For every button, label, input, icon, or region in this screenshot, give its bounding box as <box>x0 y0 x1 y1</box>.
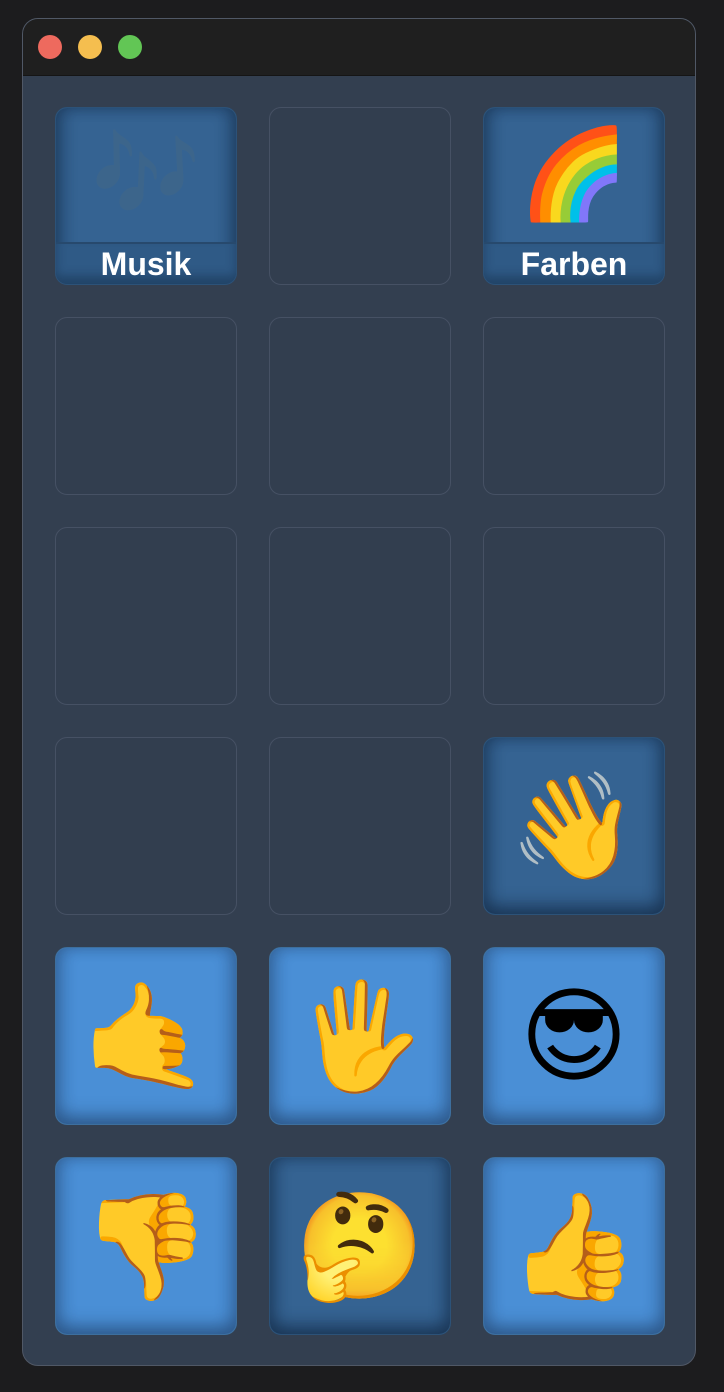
thumbs-down-icon: 👎 <box>81 1185 211 1307</box>
key-sunglasses[interactable]: 😎 <box>483 947 665 1125</box>
key-empty[interactable] <box>55 317 237 495</box>
key-label: Farben <box>520 246 628 282</box>
title-bar <box>23 19 695 76</box>
raised-hand-icon: 🖐 <box>295 975 425 1097</box>
waving-hand-icon: 👋 <box>509 765 639 887</box>
sunglasses-face-icon: 😎 <box>519 975 629 1097</box>
key-empty[interactable] <box>55 737 237 915</box>
key-farben[interactable]: 🌈 Farben <box>483 107 665 285</box>
key-empty[interactable] <box>269 107 451 285</box>
maximize-window-button[interactable] <box>118 35 142 59</box>
key-empty[interactable] <box>269 317 451 495</box>
key-thinking[interactable]: 🤔 <box>269 1157 451 1335</box>
key-thumbs-down[interactable]: 👎 <box>55 1157 237 1335</box>
key-empty[interactable] <box>483 527 665 705</box>
key-empty[interactable] <box>269 737 451 915</box>
thinking-face-icon: 🤔 <box>295 1185 425 1307</box>
close-window-button[interactable] <box>38 35 62 59</box>
app-window: 🎶 Musik 🌈 Farben 👋 🤙 🖐 😎 👎 🤔 👍 <box>22 18 696 1366</box>
call-me-hand-icon: 🤙 <box>81 975 211 1097</box>
key-empty[interactable] <box>55 527 237 705</box>
key-musik[interactable]: 🎶 Musik <box>55 107 237 285</box>
key-empty[interactable] <box>269 527 451 705</box>
musical-notes-icon: 🎶 <box>91 122 201 225</box>
rainbow-icon: 🌈 <box>519 122 629 225</box>
key-raised-hand[interactable]: 🖐 <box>269 947 451 1125</box>
key-thumbs-up[interactable]: 👍 <box>483 1157 665 1335</box>
key-wave[interactable]: 👋 <box>483 737 665 915</box>
minimize-window-button[interactable] <box>78 35 102 59</box>
thumbs-up-icon: 👍 <box>509 1185 639 1307</box>
key-label: Musik <box>100 246 192 282</box>
key-grid: 🎶 Musik 🌈 Farben 👋 🤙 🖐 😎 👎 🤔 👍 <box>55 107 665 1335</box>
key-empty[interactable] <box>483 317 665 495</box>
key-call-me[interactable]: 🤙 <box>55 947 237 1125</box>
